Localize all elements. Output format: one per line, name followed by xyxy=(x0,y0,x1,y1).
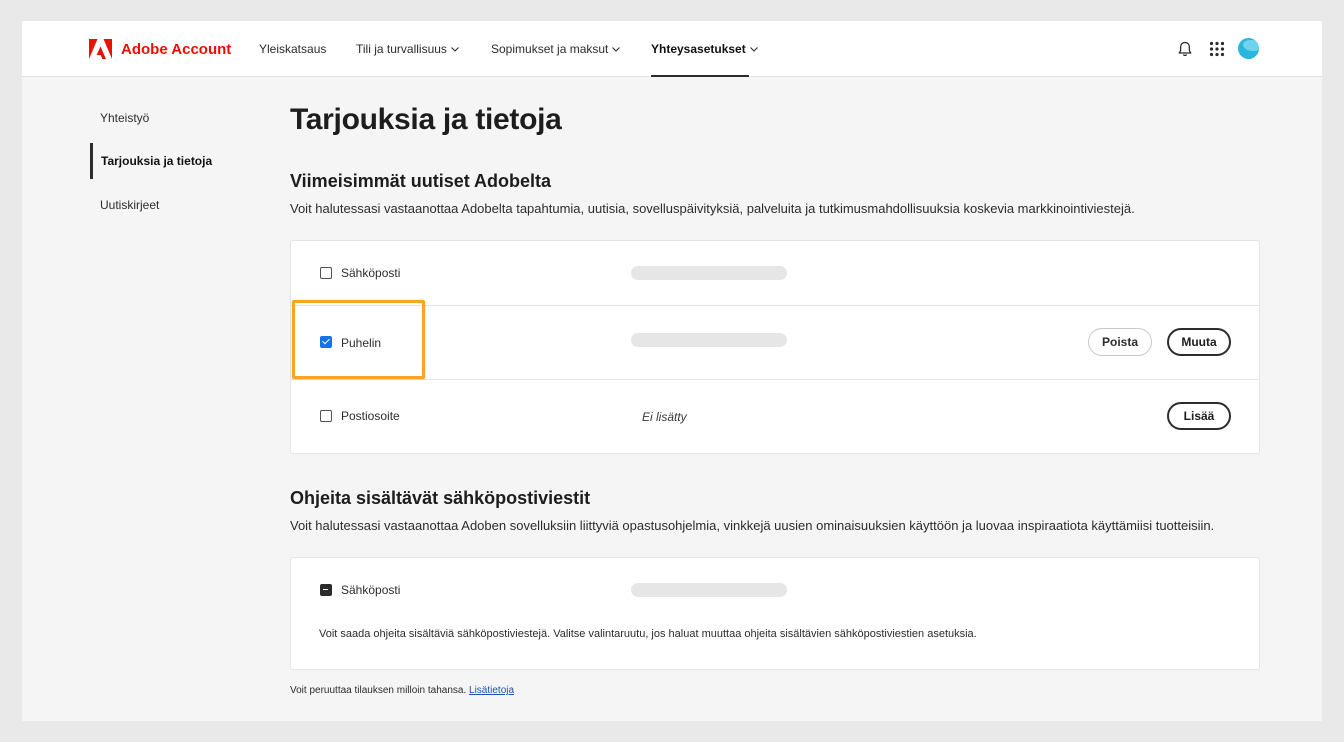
chevron-down-icon xyxy=(749,46,758,52)
phone-checkbox[interactable] xyxy=(320,336,332,348)
news-preferences-card: Sähköposti Puhelin Poista Muuta Postioso… xyxy=(290,240,1260,454)
email-checkbox[interactable] xyxy=(320,267,332,279)
preference-row-phone: Puhelin Poista Muuta xyxy=(291,306,1259,379)
sidebar-item-label: Yhteistyö xyxy=(100,111,150,125)
sidebar-item-label: Tarjouksia ja tietoja xyxy=(101,154,213,168)
phone-value-placeholder xyxy=(631,333,787,347)
sidebar-item-label: Uutiskirjeet xyxy=(100,198,160,212)
nav-account-security[interactable]: Tili ja turvallisuus xyxy=(356,41,459,57)
nav-label: Yhteysasetukset xyxy=(651,42,746,56)
page-title: Tarjouksia ja tietoja xyxy=(290,103,562,136)
top-navigation: Adobe Account Yleiskatsaus Tili ja turva… xyxy=(22,21,1322,77)
row-label: Postiosoite xyxy=(341,409,400,423)
sidebar-item-newsletters[interactable]: Uutiskirjeet xyxy=(90,187,159,223)
tutorial-email-checkbox[interactable] xyxy=(320,584,332,596)
remove-phone-button[interactable]: Poista xyxy=(1088,328,1152,356)
news-section-title: Viimeisimmät uutiset Adobelta xyxy=(290,171,552,191)
nav-label: Yleiskatsaus xyxy=(259,42,327,56)
avatar[interactable] xyxy=(1238,38,1259,59)
unsubscribe-note: Voit peruuttaa tilauksen milloin tahansa… xyxy=(290,685,514,696)
brand[interactable]: Adobe Account xyxy=(89,38,231,60)
brand-name: Adobe Account xyxy=(121,40,232,58)
preference-row-postal: Postiosoite Ei lisätty Lisää xyxy=(291,380,1259,454)
preference-row-email: Sähköposti xyxy=(291,241,1259,305)
row-label: Puhelin xyxy=(341,336,382,350)
postal-address-value: Ei lisätty xyxy=(642,410,687,424)
bell-icon[interactable] xyxy=(1176,40,1194,58)
add-postal-address-button[interactable]: Lisää xyxy=(1167,402,1231,430)
active-tab-indicator xyxy=(651,75,749,77)
tutorials-section-description: Voit halutessasi vastaanottaa Adoben sov… xyxy=(290,518,1215,533)
nav-label: Tili ja turvallisuus xyxy=(356,42,447,56)
adobe-logo-icon xyxy=(89,39,112,59)
tutorials-section-title: Ohjeita sisältävät sähköpostiviestit xyxy=(290,488,591,508)
chevron-down-icon xyxy=(451,46,459,52)
row-label: Sähköposti xyxy=(341,266,401,280)
apps-grid-icon[interactable] xyxy=(1208,40,1226,58)
unsubscribe-text: Voit peruuttaa tilauksen milloin tahansa… xyxy=(290,685,467,696)
nav-label: Sopimukset ja maksut xyxy=(491,42,609,56)
sidebar-item-offers-info[interactable]: Tarjouksia ja tietoja xyxy=(90,143,212,179)
tutorials-preferences-card: Sähköposti Voit saada ohjeita sisältäviä… xyxy=(290,557,1260,670)
nav-overview[interactable]: Yleiskatsaus xyxy=(259,41,326,57)
news-section-description: Voit halutessasi vastaanottaa Adobelta t… xyxy=(290,201,1135,216)
tutorial-email-value-placeholder xyxy=(631,583,787,597)
postal-address-checkbox[interactable] xyxy=(320,410,332,422)
chevron-down-icon xyxy=(612,46,621,52)
nav-plans-payments[interactable]: Sopimukset ja maksut xyxy=(491,41,621,57)
tutorials-note: Voit saada ohjeita sisältäviä sähköposti… xyxy=(319,628,977,640)
email-value-placeholder xyxy=(631,266,787,280)
nav-communication-preferences[interactable]: Yhteysasetukset xyxy=(651,41,758,57)
change-phone-button[interactable]: Muuta xyxy=(1167,328,1231,356)
learn-more-link[interactable]: Lisätietoja xyxy=(469,685,514,696)
sidebar-item-collaboration[interactable]: Yhteistyö xyxy=(90,100,149,136)
row-label: Sähköposti xyxy=(341,583,401,597)
app-frame: Adobe Account Yleiskatsaus Tili ja turva… xyxy=(22,21,1322,721)
